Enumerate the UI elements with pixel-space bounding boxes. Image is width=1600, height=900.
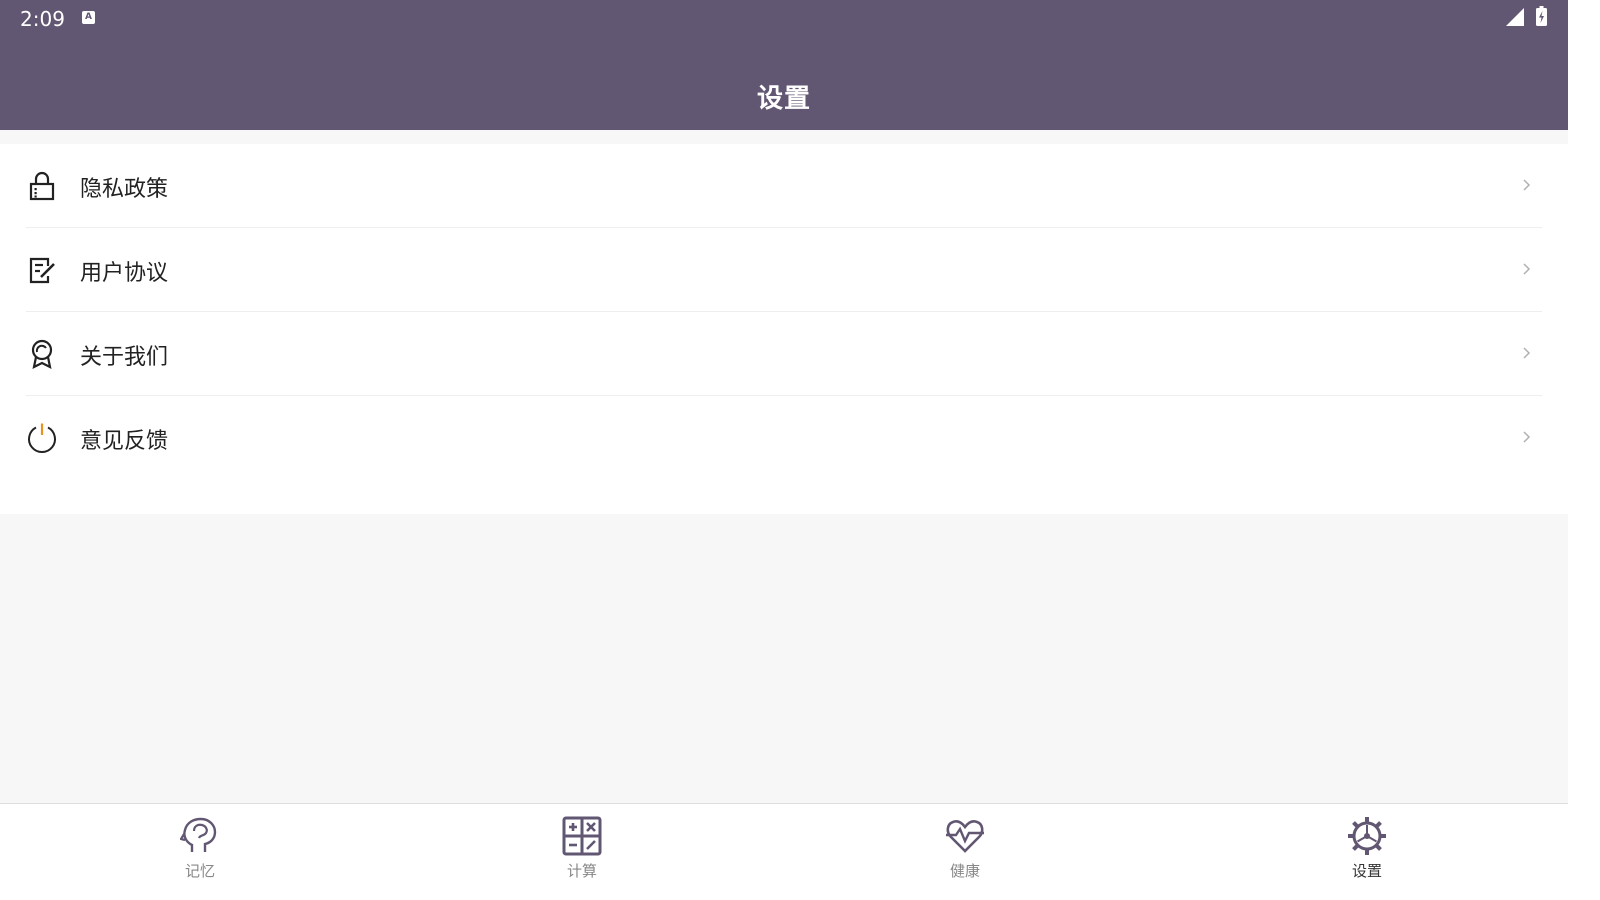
chevron-right-icon	[1523, 263, 1531, 275]
notification-a-icon: A	[82, 11, 95, 24]
menu-item-label: 意见反馈	[80, 429, 169, 454]
tab-memory[interactable]: 记忆	[140, 804, 260, 900]
menu-item-feedback[interactable]: 意见反馈	[26, 396, 1542, 480]
settings-screen: 2:09 A 设置 隐私政策 用户协议 关于我们 意见反馈 记忆 计算 健康 设…	[0, 0, 1568, 900]
calculator-icon	[562, 816, 602, 856]
menu-item-label: 关于我们	[80, 345, 169, 370]
gear-icon	[1348, 817, 1386, 855]
tab-calculate[interactable]: 计算	[522, 804, 642, 900]
chevron-right-icon	[1523, 431, 1531, 443]
menu-item-user-agreement[interactable]: 用户协议	[26, 228, 1542, 312]
window-edge	[1568, 0, 1600, 900]
lock-icon	[29, 171, 55, 201]
status-time: 2:09	[20, 7, 65, 31]
tab-settings[interactable]: 设置	[1307, 804, 1427, 900]
tab-label: 设置	[1351, 862, 1382, 880]
tab-label: 健康	[949, 862, 980, 880]
power-icon	[28, 423, 56, 454]
tab-label: 计算	[566, 862, 597, 880]
tab-label: 记忆	[184, 862, 215, 880]
heart-pulse-icon	[946, 820, 984, 853]
settings-menu: 隐私政策 用户协议 关于我们 意见反馈	[0, 144, 1568, 514]
chevron-right-icon	[1523, 347, 1531, 359]
page-title: 设置	[756, 84, 811, 114]
brain-head-icon	[180, 817, 217, 852]
chevron-right-icon	[1523, 179, 1531, 191]
signal-icon	[1506, 8, 1524, 26]
header: 2:09 A 设置	[0, 0, 1568, 130]
bottom-tab-bar: 记忆 计算 健康 设置	[0, 803, 1568, 900]
award-icon	[31, 339, 53, 369]
menu-item-privacy-policy[interactable]: 隐私政策	[26, 144, 1542, 228]
menu-item-about-us[interactable]: 关于我们	[26, 312, 1542, 396]
menu-item-label: 隐私政策	[80, 177, 169, 202]
battery-icon	[1536, 6, 1547, 26]
document-edit-icon	[29, 257, 55, 284]
tab-health[interactable]: 健康	[905, 804, 1025, 900]
menu-item-label: 用户协议	[80, 261, 169, 286]
